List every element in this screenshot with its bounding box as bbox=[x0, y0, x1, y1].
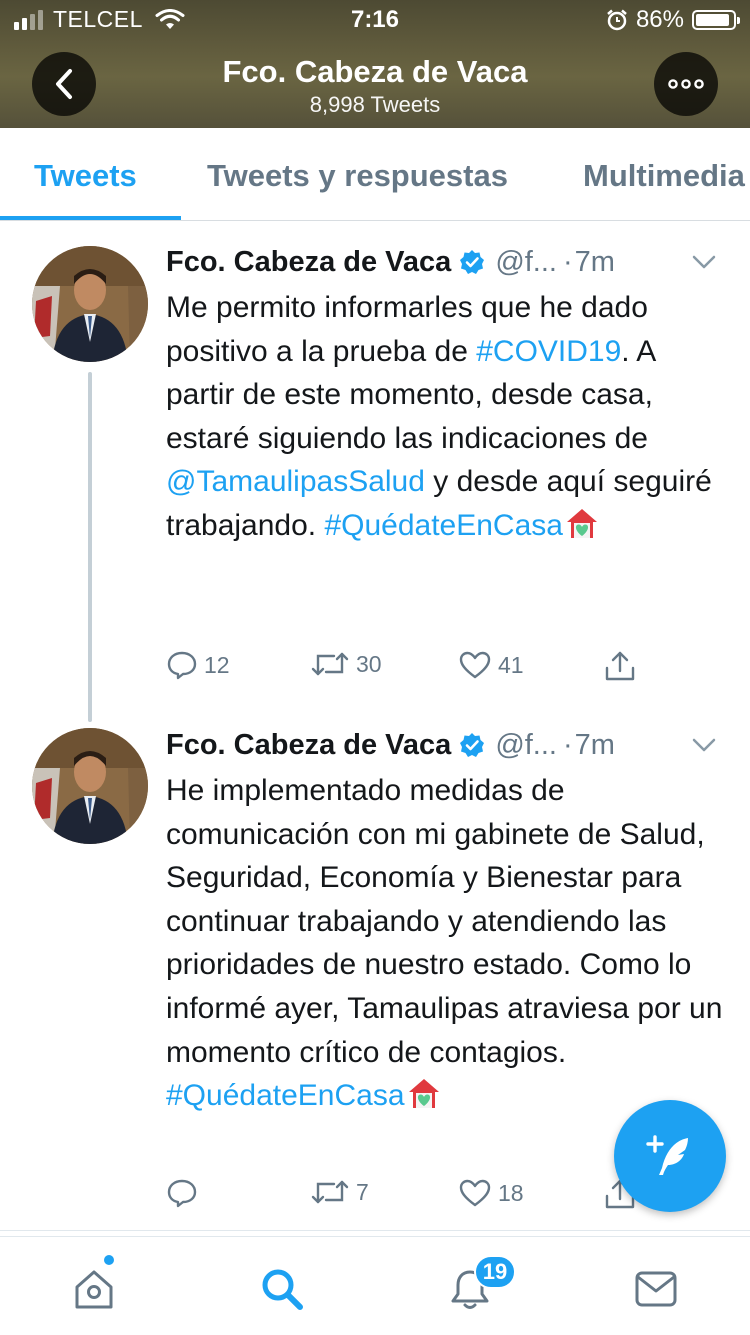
notifications-badge: 19 bbox=[474, 1255, 516, 1289]
chevron-down-icon[interactable] bbox=[692, 255, 716, 269]
tweet-header: Fco. Cabeza de Vaca @f... · 7m bbox=[166, 242, 720, 282]
tab-multimedia[interactable]: Multimedia bbox=[583, 158, 745, 194]
avatar[interactable] bbox=[32, 246, 148, 362]
active-tab-indicator bbox=[0, 216, 181, 220]
reply-icon bbox=[167, 1179, 197, 1208]
heart-icon bbox=[459, 1179, 491, 1207]
tweet-text: He implementado medidas de comunicación … bbox=[166, 769, 726, 1118]
house-with-heart-emoji-icon bbox=[566, 508, 597, 538]
avatar[interactable] bbox=[32, 728, 148, 844]
profile-header: TELCEL 7:16 86% Fco. Cabeza de Vaca 8,99… bbox=[0, 0, 750, 128]
share-icon bbox=[605, 651, 635, 681]
battery-percent: 86% bbox=[635, 6, 684, 33]
ellipsis-icon bbox=[668, 79, 704, 89]
alarm-icon bbox=[607, 9, 627, 31]
more-options-button[interactable] bbox=[654, 52, 718, 116]
divider bbox=[0, 1230, 750, 1231]
battery-icon bbox=[692, 10, 740, 30]
reply-count: 12 bbox=[204, 651, 230, 678]
like-button[interactable]: 41 bbox=[458, 650, 524, 680]
like-count: 18 bbox=[498, 1179, 524, 1206]
profile-name: Fco. Cabeza de Vaca bbox=[222, 54, 528, 89]
tab-tweets-y-respuestas[interactable]: Tweets y respuestas bbox=[207, 158, 508, 194]
retweet-count: 7 bbox=[356, 1178, 369, 1205]
nav-home[interactable] bbox=[64, 1261, 124, 1317]
hashtag-link[interactable]: #QuédateEnCasa bbox=[324, 509, 563, 542]
reply-button[interactable] bbox=[166, 1178, 204, 1208]
chevron-down-icon[interactable] bbox=[692, 738, 716, 752]
tweet-actions: 12 30 41 bbox=[166, 650, 646, 690]
tweet-count: 8,998 Tweets bbox=[309, 92, 441, 117]
heart-icon bbox=[459, 651, 491, 679]
tweet[interactable]: Fco. Cabeza de Vaca @f... · 7m Me permit… bbox=[0, 222, 750, 722]
retweet-button[interactable]: 30 bbox=[310, 650, 382, 678]
reply-button[interactable]: 12 bbox=[166, 650, 230, 680]
tab-tweets[interactable]: Tweets bbox=[34, 158, 137, 194]
like-button[interactable]: 18 bbox=[458, 1178, 524, 1208]
retweet-icon bbox=[311, 1180, 349, 1204]
hashtag-link[interactable]: #QuédateEnCasa bbox=[166, 1079, 405, 1112]
tweet-time[interactable]: 7m bbox=[575, 729, 615, 762]
mail-icon bbox=[635, 1271, 677, 1307]
author-name[interactable]: Fco. Cabeza de Vaca bbox=[166, 246, 451, 279]
profile-title: Fco. Cabeza de Vaca 8,998 Tweets bbox=[0, 52, 750, 118]
search-icon bbox=[262, 1269, 303, 1310]
retweet-icon bbox=[311, 652, 349, 676]
status-bar: TELCEL 7:16 86% bbox=[0, 0, 750, 40]
retweet-count: 30 bbox=[356, 650, 382, 677]
status-right: 86% bbox=[606, 6, 740, 34]
tweet-text: Me permito informarles que he dado posit… bbox=[166, 286, 726, 548]
author-handle[interactable]: @f... bbox=[495, 246, 557, 279]
house-with-heart-emoji-icon bbox=[408, 1079, 439, 1109]
share-button[interactable] bbox=[604, 650, 636, 682]
tweet-text-part: He implementado medidas de comunicación … bbox=[166, 774, 723, 1069]
verified-badge-icon bbox=[460, 733, 485, 757]
profile-tabs: Tweets Tweets y respuestas Multimedia bbox=[0, 128, 750, 221]
compose-feather-icon bbox=[646, 1135, 688, 1175]
mention-link[interactable]: @TamaulipasSalud bbox=[166, 465, 425, 498]
tweet-time[interactable]: 7m bbox=[575, 246, 615, 279]
home-icon bbox=[75, 1270, 113, 1309]
hashtag-link[interactable]: #COVID19 bbox=[476, 335, 621, 368]
retweet-button[interactable]: 7 bbox=[310, 1178, 369, 1206]
nav-messages[interactable] bbox=[626, 1261, 686, 1317]
like-count: 41 bbox=[498, 651, 524, 678]
separator-dot: · bbox=[562, 245, 573, 278]
tweet-header: Fco. Cabeza de Vaca @f... · 7m bbox=[166, 725, 720, 765]
new-content-dot bbox=[104, 1255, 114, 1265]
reply-icon bbox=[167, 651, 197, 680]
thread-line bbox=[88, 372, 92, 722]
author-handle[interactable]: @f... bbox=[495, 729, 557, 762]
bottom-navigation: 19 bbox=[0, 1236, 750, 1335]
separator-dot: · bbox=[562, 728, 573, 761]
author-name[interactable]: Fco. Cabeza de Vaca bbox=[166, 729, 451, 762]
compose-tweet-button[interactable] bbox=[614, 1100, 726, 1212]
tweet-actions: 7 18 bbox=[166, 1178, 646, 1218]
verified-badge-icon bbox=[460, 250, 485, 274]
nav-search[interactable] bbox=[252, 1261, 312, 1317]
